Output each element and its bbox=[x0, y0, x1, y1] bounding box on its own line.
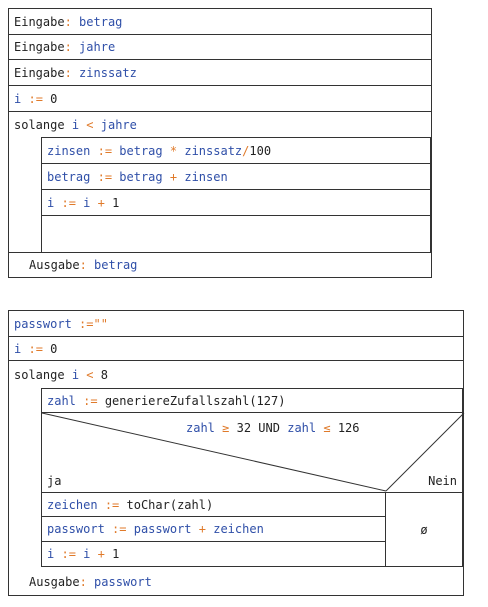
yes-label: ja bbox=[47, 474, 62, 488]
condition-block: zahl ≥ 32 UND zahl ≤ 126 ja Nein bbox=[41, 412, 465, 493]
loop-header: solange i < jahre bbox=[14, 118, 137, 132]
statement-increment-2: i := i + 1 bbox=[47, 547, 120, 561]
init-passwort-row: passwort :="" bbox=[9, 311, 463, 337]
output-passwort: Ausgabe: passwort bbox=[29, 575, 152, 589]
output-betrag: Ausgabe: betrag bbox=[29, 258, 138, 272]
init-i-row-2: i := 0 bbox=[9, 337, 463, 361]
yes-branch: zeichen := toChar(zahl) passwort := pass… bbox=[42, 493, 386, 566]
loop-header-2: solange i < 8 bbox=[14, 368, 108, 382]
input-betrag-row: Eingabe: betrag bbox=[9, 9, 431, 35]
loop-body-2: zahl := generiereZufallszahl(127) zahl ≥… bbox=[41, 388, 465, 567]
struktogramm-zins: Eingabe: betrag Eingabe: jahre Eingabe: … bbox=[8, 8, 432, 278]
statement-zahl: zahl := generiereZufallszahl(127) bbox=[42, 389, 462, 413]
loop-body: zinsen := betrag * zinssatz/100 betrag :… bbox=[41, 137, 431, 253]
struktogramm-passwort: passwort :="" i := 0 solange i < 8 zahl … bbox=[8, 310, 465, 596]
input-jahre-row: Eingabe: jahre bbox=[9, 35, 431, 60]
statement-passwort: passwort := passwort + zeichen bbox=[42, 517, 385, 542]
no-label: Nein bbox=[428, 474, 457, 488]
statement-increment: i := i + 1 bbox=[42, 190, 430, 216]
input-zinssatz-row: Eingabe: zinssatz bbox=[9, 60, 431, 86]
empty-statement bbox=[42, 216, 430, 252]
no-branch: ø bbox=[386, 493, 462, 566]
statement-zinsen: zinsen := betrag * zinssatz/100 bbox=[42, 138, 430, 164]
statement-betrag: betrag := betrag + zinsen bbox=[42, 164, 430, 190]
init-i-row: i := 0 bbox=[9, 86, 431, 112]
statement-zeichen: zeichen := toChar(zahl) bbox=[42, 493, 385, 517]
condition-text: zahl ≥ 32 UND zahl ≤ 126 bbox=[186, 421, 360, 435]
empty-set-symbol: ø bbox=[420, 522, 428, 537]
output-divider bbox=[9, 252, 431, 253]
